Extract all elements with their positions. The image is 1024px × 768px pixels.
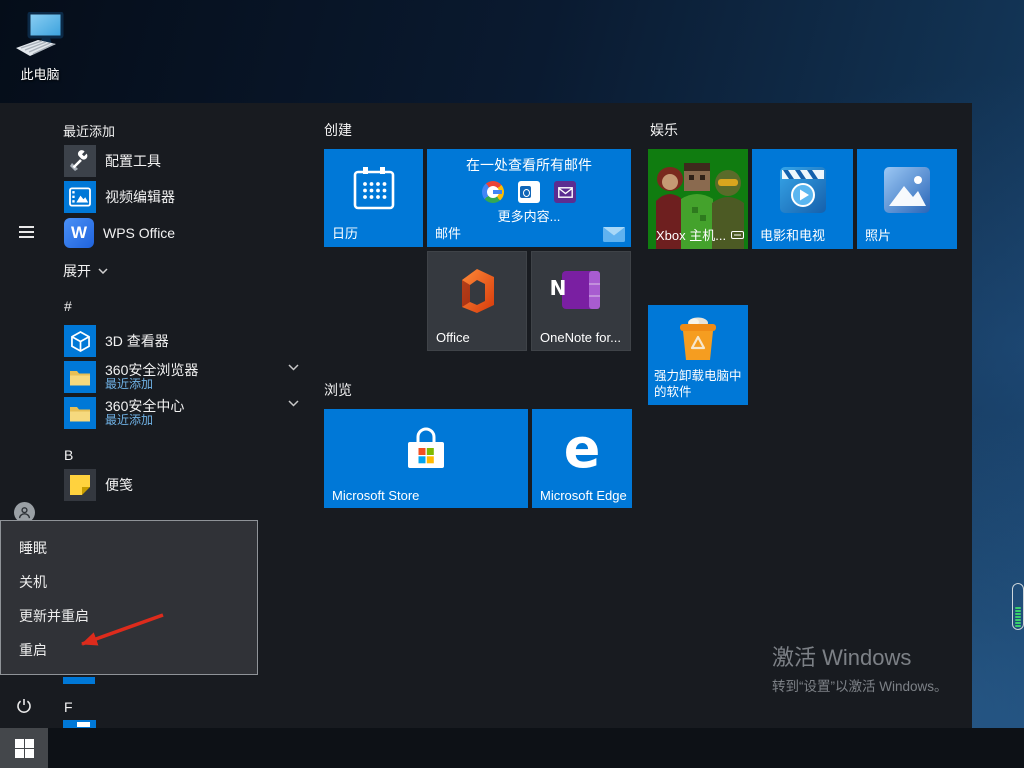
partial-app-icon: [63, 677, 95, 684]
app-item-360-center[interactable]: 360安全中心 最近添加: [64, 395, 184, 431]
power-icon: [17, 699, 31, 713]
partial-app-icon: [63, 720, 96, 728]
wrench-icon: [70, 150, 88, 171]
desktop-icon-label: 此电脑: [20, 67, 60, 82]
tile-uninstaller[interactable]: 强力卸载电脑中的软件: [648, 305, 748, 405]
app-label: 视频编辑器: [105, 189, 175, 205]
group-header-entertainment: 娱乐: [650, 122, 678, 138]
tile-label: 电影和电视: [760, 228, 826, 243]
app-label: 360安全浏览器: [105, 362, 199, 379]
mail-account-icon: [554, 181, 576, 203]
windows-logo-icon: [14, 738, 34, 758]
config-tools-tile: [64, 145, 96, 177]
tile-movies-tv[interactable]: 电影和电视: [752, 149, 853, 249]
chevron-down-icon[interactable]: [288, 364, 299, 371]
group-header-browse: 浏览: [324, 382, 352, 398]
tile-label: Xbox 主机...: [656, 228, 727, 243]
xbox-console-icon: [731, 230, 745, 239]
folder-tile: [64, 361, 96, 393]
3d-viewer-tile: [64, 325, 96, 357]
hamburger-menu-icon[interactable]: [19, 226, 34, 241]
app-item-sticky-notes[interactable]: 便笺: [64, 469, 133, 501]
tile-label: 邮件: [435, 226, 462, 241]
desktop-icon-this-pc[interactable]: 此电脑: [8, 11, 72, 84]
expand-label: 展开: [63, 263, 91, 279]
start-button[interactable]: [0, 728, 48, 768]
app-label: 360安全中心: [105, 398, 185, 415]
tile-calendar[interactable]: 日历: [324, 149, 423, 247]
section-b[interactable]: B: [64, 447, 73, 463]
power-option-sleep[interactable]: 睡眠: [1, 531, 257, 565]
tile-label: Microsoft Edge: [540, 488, 627, 503]
power-option-shutdown[interactable]: 关机: [1, 565, 257, 599]
power-option-restart[interactable]: 重启: [1, 633, 257, 667]
cube-icon: [70, 330, 90, 352]
app-sublabel: 最近添加: [105, 377, 154, 392]
tile-label: 照片: [865, 228, 892, 243]
tile-xbox[interactable]: Xbox 主机...: [648, 149, 748, 249]
app-label: WPS Office: [103, 225, 176, 241]
section-hash[interactable]: #: [64, 298, 72, 314]
outlook-icon: [518, 181, 540, 203]
power-flyout: 睡眠 关机 更新并重启 重启: [0, 520, 258, 675]
section-f[interactable]: F: [64, 699, 73, 715]
tile-label: 强力卸载电脑中的软件: [654, 369, 742, 399]
app-label: 配置工具: [105, 153, 161, 169]
mail-headline: 在一处查看所有邮件: [466, 157, 592, 173]
video-icon: [69, 187, 91, 207]
person-icon: [18, 507, 31, 519]
folder-tile: [64, 397, 96, 429]
google-icon: [482, 181, 504, 203]
app-item-3d-viewer[interactable]: 3D 查看器: [64, 325, 169, 357]
desktop: 此电脑 最近添加 配置工具 视频编辑器 W WPS Office 展开 # 3D…: [0, 0, 1024, 768]
app-item-360-browser[interactable]: 360安全浏览器 最近添加: [64, 359, 198, 395]
group-header-create: 创建: [324, 122, 352, 138]
sticky-note-icon: [70, 475, 90, 495]
trash-bin-icon: [680, 317, 716, 360]
onenote-glyph: N: [549, 276, 567, 300]
memory-gauge-widget: [1012, 583, 1024, 630]
chevron-down-icon[interactable]: [288, 400, 299, 407]
sticky-notes-tile: [64, 469, 96, 501]
tile-office[interactable]: Office: [427, 251, 527, 351]
photos-icon: [884, 167, 930, 213]
tile-mail[interactable]: 在一处查看所有邮件 更多内容... 邮件: [427, 149, 631, 247]
app-item-config-tools[interactable]: 配置工具: [64, 145, 161, 177]
tile-onenote[interactable]: N OneNote for...: [531, 251, 631, 351]
movies-icon: [779, 167, 826, 213]
wps-glyph: W: [70, 223, 88, 242]
power-option-update-restart[interactable]: 更新并重启: [1, 599, 257, 633]
computer-icon: [16, 11, 64, 56]
recent-header: 最近添加: [63, 124, 116, 139]
envelope-icon: [603, 227, 625, 242]
tile-label: Office: [436, 330, 470, 345]
app-item-video-editor[interactable]: 视频编辑器: [64, 181, 175, 213]
tile-microsoft-store[interactable]: Microsoft Store: [324, 409, 528, 508]
wps-office-tile: W: [64, 218, 94, 248]
tile-photos[interactable]: 照片: [857, 149, 957, 249]
tile-label: OneNote for...: [540, 330, 621, 345]
tile-microsoft-edge[interactable]: e Microsoft Edge: [532, 409, 632, 508]
chevron-down-icon: [98, 268, 108, 274]
power-button[interactable]: [16, 698, 32, 719]
calendar-icon: [353, 167, 394, 210]
tile-label: Microsoft Store: [332, 488, 420, 503]
taskbar: [0, 728, 1024, 768]
tile-label: 日历: [332, 226, 359, 241]
folder-icon: [70, 371, 90, 386]
expand-toggle[interactable]: 展开: [63, 261, 108, 281]
app-label: 3D 查看器: [105, 333, 169, 349]
app-sublabel: 最近添加: [105, 413, 154, 428]
folder-icon: [70, 407, 90, 422]
video-editor-tile: [64, 181, 96, 213]
app-item-wps-office[interactable]: W WPS Office: [64, 217, 175, 249]
store-bag-icon: [408, 427, 444, 468]
edge-icon: e: [563, 417, 601, 480]
app-label: 便笺: [105, 477, 133, 493]
office-icon: [462, 269, 494, 313]
